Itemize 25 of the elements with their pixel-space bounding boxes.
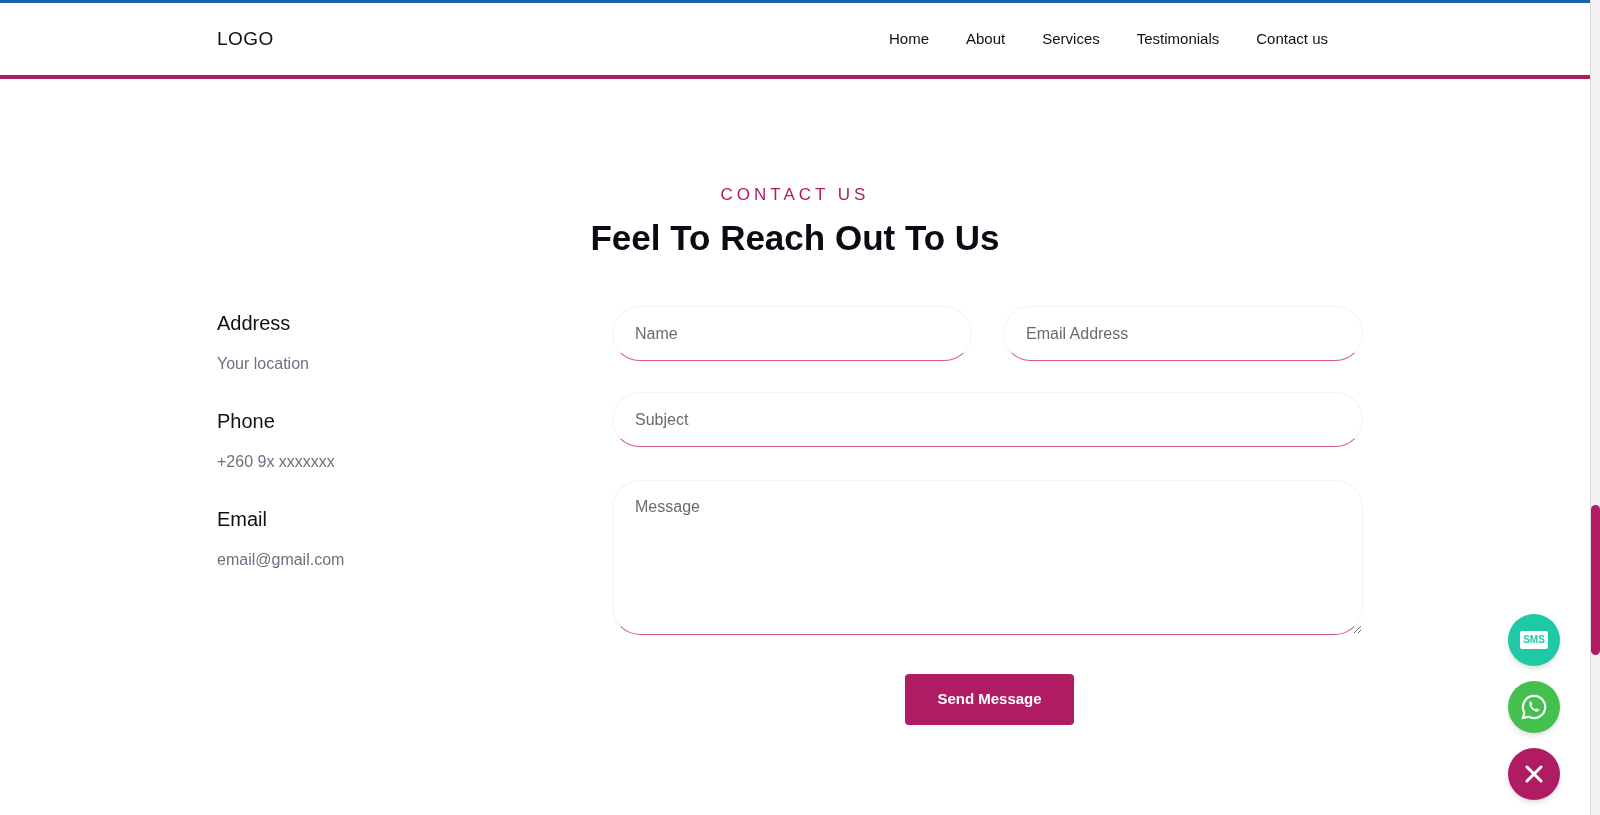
section-eyebrow: CONTACT US	[720, 184, 870, 206]
info-label: Address	[217, 311, 292, 336]
nav-link[interactable]: Home	[889, 27, 929, 51]
scrollbar[interactable]	[1590, 0, 1600, 815]
info-value: Your location	[217, 354, 310, 374]
subject-field[interactable]: Subject	[612, 392, 1363, 447]
info-label: Phone	[217, 409, 276, 434]
nav-link[interactable]: About	[966, 27, 1006, 51]
sms-bubble-icon: SMS	[1520, 631, 1548, 649]
whatsapp-icon	[1520, 693, 1548, 721]
close-icon	[1525, 765, 1543, 783]
logo-text[interactable]: LOGO	[217, 24, 274, 54]
nav-link[interactable]: Testimonials	[1136, 27, 1220, 51]
nav-link[interactable]: Contact us	[1256, 27, 1328, 51]
email-field[interactable]: Email Address	[1003, 306, 1363, 361]
send-message-button[interactable]: Send Message	[905, 674, 1074, 725]
scrollbar-thumb[interactable]	[1591, 505, 1600, 655]
nav-link[interactable]: Services	[1042, 27, 1100, 51]
close-button[interactable]	[1508, 748, 1560, 800]
message-field[interactable]: Message	[612, 480, 1363, 635]
info-value: +260 9x xxxxxxx	[217, 452, 336, 472]
info-value: email@gmail.com	[217, 550, 346, 570]
name-field[interactable]: Name	[612, 306, 972, 361]
section-title: Feel To Reach Out To Us	[590, 216, 1000, 259]
info-label: Email	[217, 507, 268, 532]
